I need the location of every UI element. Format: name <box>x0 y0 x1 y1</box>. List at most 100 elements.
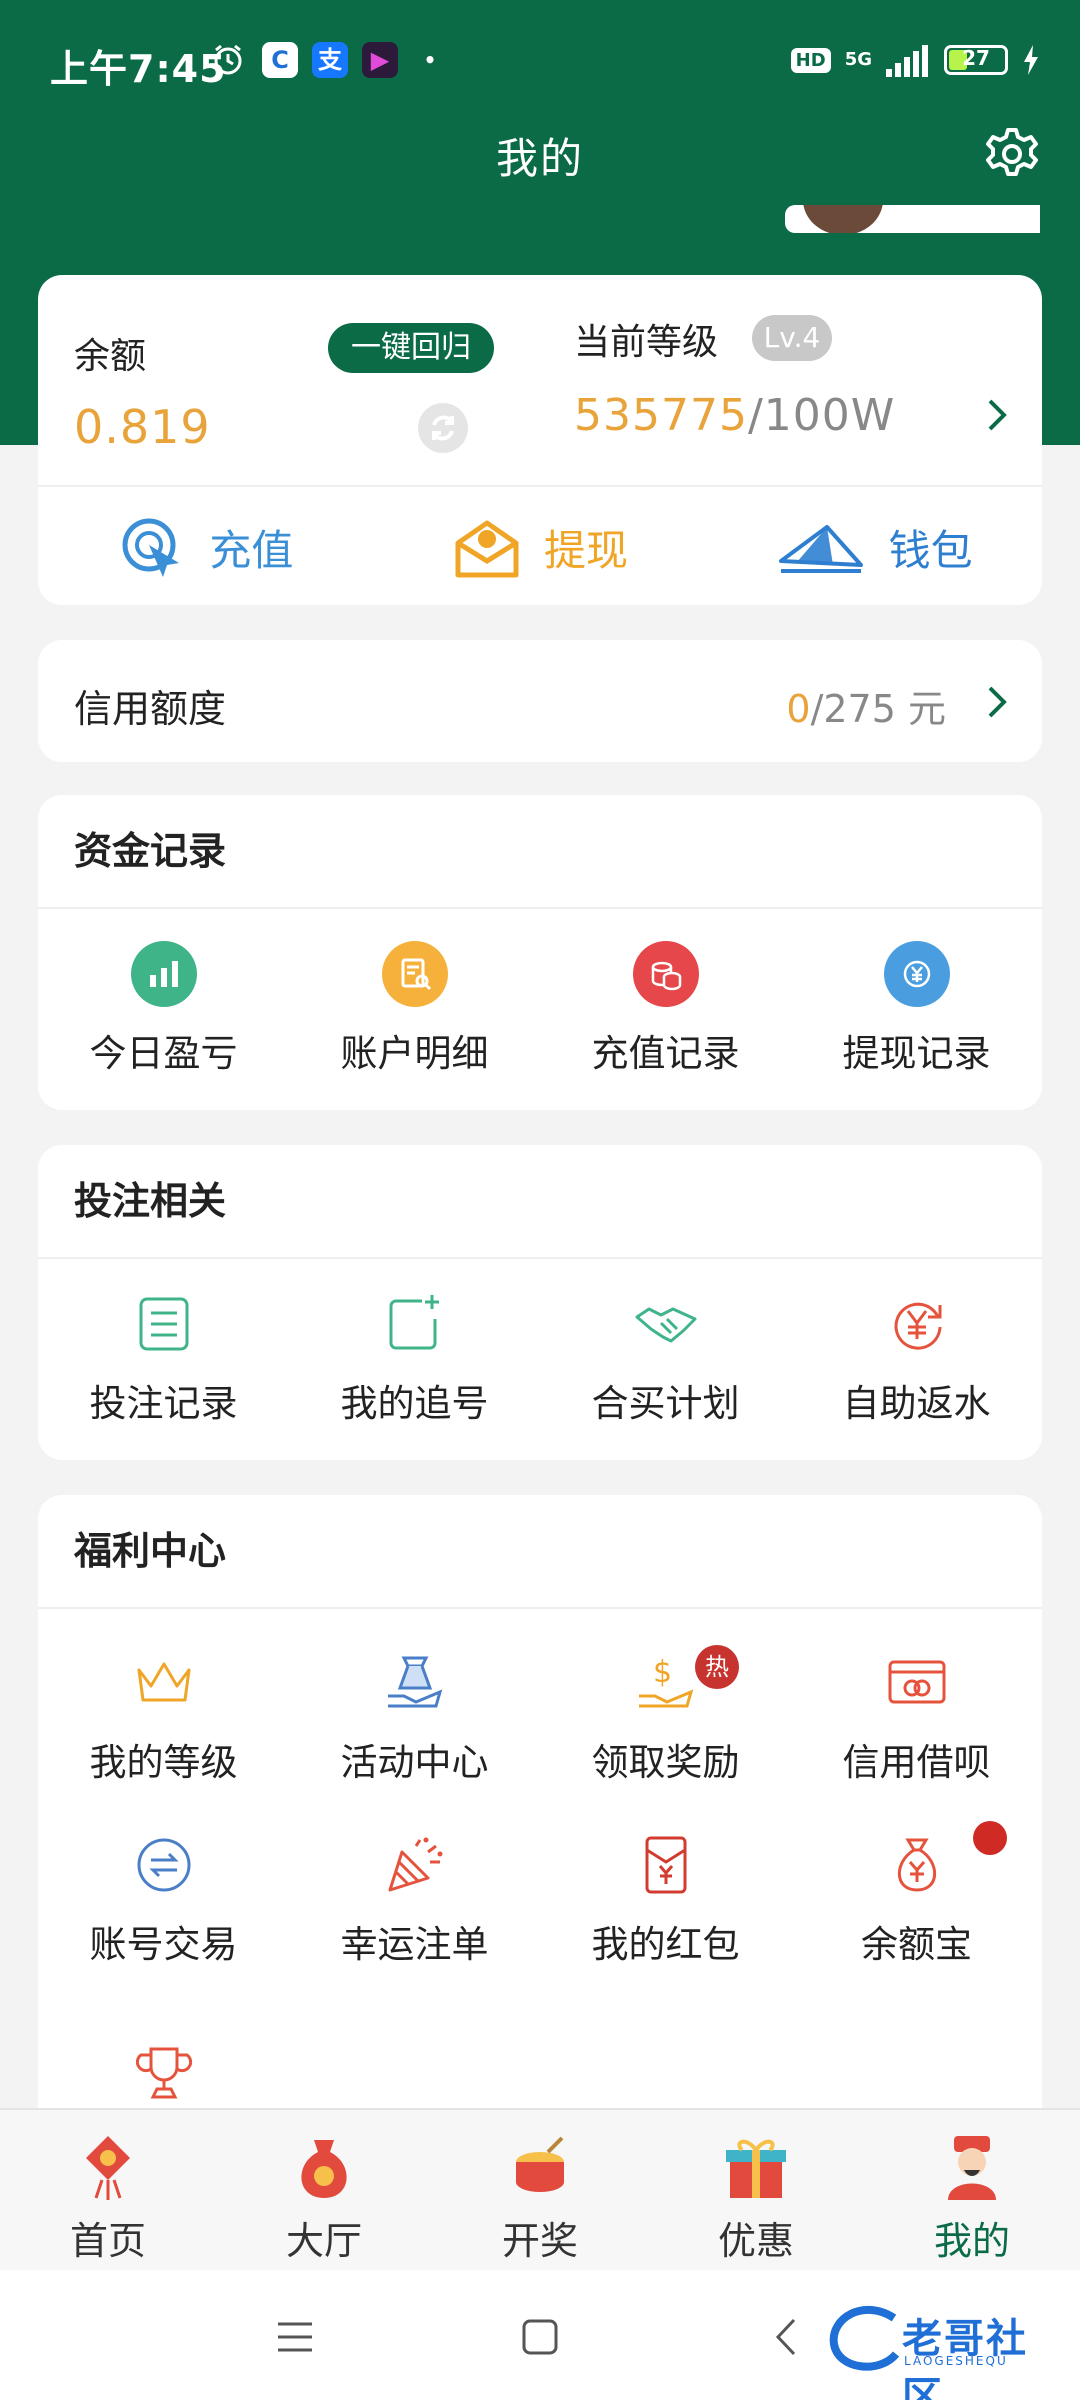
money-bag-icon <box>884 1832 950 1898</box>
tile-label: 账户明细 <box>340 1032 489 1075</box>
handshake-icon <box>633 1291 699 1357</box>
battery-icon: 27 <box>944 45 1008 75</box>
chart-icon <box>130 941 197 1007</box>
today-profit-item[interactable]: 今日盈亏 <box>38 909 289 1109</box>
wallet-label: 钱包 <box>888 526 973 575</box>
tile-label: 余额宝 <box>861 1923 972 1966</box>
tile-label: 今日盈亏 <box>89 1032 238 1075</box>
credit-used: 0 <box>786 687 811 731</box>
notification-dot <box>973 1821 1007 1855</box>
signal-icon <box>886 45 928 77</box>
god-of-wealth-icon <box>948 2136 996 2200</box>
bottom-tab-bar: 首页 大厅 开奖 优惠 我的 <box>0 2108 1080 2270</box>
gift-hand-icon <box>382 1650 448 1716</box>
statement-icon <box>381 941 448 1007</box>
tile-label: 充值记录 <box>591 1032 740 1075</box>
tab-hall[interactable]: 大厅 <box>216 2110 432 2270</box>
recall-button[interactable]: 一键回归 <box>328 323 494 373</box>
yen-refresh-icon <box>884 1291 950 1357</box>
drum-icon <box>516 2136 564 2192</box>
bet-record-item[interactable]: 投注记录 <box>38 1259 289 1459</box>
group-buy-item[interactable]: 合买计划 <box>540 1259 791 1459</box>
red-envelope-icon <box>633 1832 699 1898</box>
divider <box>38 485 1042 487</box>
page-title: 我的 <box>495 134 584 183</box>
wallet-button[interactable]: 钱包 <box>707 490 1042 605</box>
section-title: 福利中心 <box>74 1529 227 1573</box>
tab-mine[interactable]: 我的 <box>864 2110 1080 2270</box>
tab-promotions[interactable]: 优惠 <box>648 2110 864 2270</box>
tile-label: 信用借呗 <box>842 1741 991 1784</box>
level-progress[interactable]: 535775/100W <box>574 390 895 441</box>
balance-card: 余额 一键回归 0.819 当前等级 Lv.4 535775/100W 充值 提… <box>38 275 1042 605</box>
tab-home[interactable]: 首页 <box>0 2110 216 2270</box>
withdraw-button[interactable]: 提现 <box>373 490 708 605</box>
system-navigation-bar: 老哥社区 LAOGESHEQU <box>0 2270 1080 2400</box>
recharge-icon <box>122 518 180 577</box>
menu-icon[interactable] <box>270 2312 320 2362</box>
list-icon <box>131 1291 197 1357</box>
trophy-icon <box>131 2041 197 2107</box>
section-title: 资金记录 <box>74 829 227 873</box>
hd-badge: HD <box>790 47 831 73</box>
tile-label: 领取奖励 <box>591 1741 740 1784</box>
recharge-button[interactable]: 充值 <box>38 490 373 605</box>
withdraw-record-item[interactable]: 提现记录 <box>791 909 1042 1109</box>
welfare-card: 福利中心 我的等级 活动中心 $ 领取奖励 热 信用借呗 账号交易 幸运注单 我… <box>38 1495 1042 2215</box>
credit-row[interactable]: 信用额度 0/275 元 <box>38 640 1042 762</box>
watermark-text: 老哥社区 <box>902 2316 1028 2400</box>
coins-icon <box>632 941 699 1007</box>
tab-label: 大厅 <box>285 2219 362 2263</box>
gift-box-icon <box>726 2139 786 2198</box>
back-icon[interactable] <box>762 2312 812 2362</box>
rebate-item[interactable]: 自助返水 <box>791 1259 1042 1459</box>
balance-value: 0.819 <box>74 400 211 454</box>
chevron-right-icon[interactable] <box>982 395 1012 435</box>
lucky-bet-item[interactable]: 幸运注单 <box>289 1809 540 1991</box>
tile-label: 投注记录 <box>89 1382 238 1425</box>
chevron-right-icon <box>988 686 1007 718</box>
credit-loan-item[interactable]: 信用借呗 <box>791 1627 1042 1809</box>
level-label: 当前等级 <box>574 322 719 363</box>
tab-lottery[interactable]: 开奖 <box>432 2110 648 2270</box>
crown-icon <box>131 1650 197 1716</box>
knot-icon <box>86 2136 130 2200</box>
avatar[interactable] <box>785 205 1040 233</box>
yuebao-item[interactable]: 余额宝 <box>791 1809 1042 1991</box>
withdraw-icon <box>455 520 519 577</box>
my-level-item[interactable]: 我的等级 <box>38 1627 289 1809</box>
section-title: 投注相关 <box>74 1179 227 1223</box>
chase-number-item[interactable]: 我的追号 <box>289 1259 540 1459</box>
battery-level: 27 <box>962 46 990 70</box>
activity-center-item[interactable]: 活动中心 <box>289 1627 540 1809</box>
tile-label: 自助返水 <box>842 1382 991 1425</box>
withdraw-label: 提现 <box>544 526 629 575</box>
add-square-icon <box>382 1291 448 1357</box>
tab-label: 优惠 <box>717 2219 794 2263</box>
red-envelope-item[interactable]: 我的红包 <box>540 1809 791 1991</box>
tab-label: 首页 <box>69 2219 146 2263</box>
gear-icon[interactable] <box>982 124 1042 184</box>
account-detail-item[interactable]: 账户明细 <box>289 909 540 1109</box>
tile-label: 幸运注单 <box>340 1923 489 1966</box>
credit-total: /275 元 <box>810 687 946 731</box>
tab-label: 开奖 <box>501 2219 578 2263</box>
dot-icon: • <box>423 48 437 72</box>
action-row: 充值 提现 钱包 <box>38 490 1042 605</box>
level-target: /100W <box>747 390 896 441</box>
lucky-bag-icon <box>301 2140 347 2198</box>
credit-title: 信用额度 <box>74 687 227 731</box>
claim-reward-item[interactable]: $ 领取奖励 热 <box>540 1627 791 1809</box>
recharge-label: 充值 <box>209 526 294 575</box>
recharge-record-item[interactable]: 充值记录 <box>540 909 791 1109</box>
card-icon <box>884 1650 950 1716</box>
account-trade-item[interactable]: 账号交易 <box>38 1809 289 1991</box>
tile-label: 账号交易 <box>89 1923 238 1966</box>
home-icon[interactable] <box>515 2312 565 2362</box>
dollar-hand-icon: $ <box>633 1650 699 1716</box>
party-popper-icon <box>382 1832 448 1898</box>
video-app-icon: ▶ <box>362 42 398 78</box>
refresh-icon[interactable] <box>418 403 468 453</box>
charging-icon <box>1024 45 1038 75</box>
balance-label: 余额 <box>74 336 147 377</box>
